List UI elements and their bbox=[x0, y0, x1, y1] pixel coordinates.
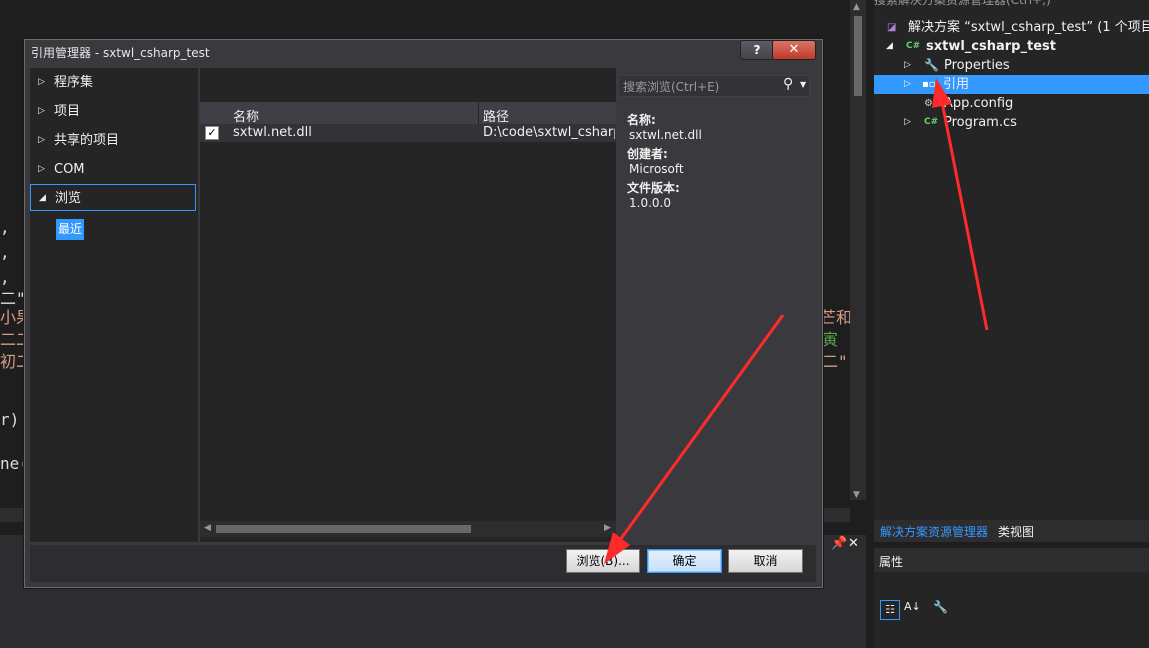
categorized-icon[interactable]: ☷ bbox=[880, 600, 900, 620]
code-text: 寅 bbox=[822, 330, 839, 349]
code-text: 芒和 bbox=[820, 308, 853, 327]
expand-arrow-icon[interactable]: ▷ bbox=[904, 75, 911, 94]
help-button[interactable]: ? bbox=[740, 40, 774, 60]
expand-arrow-icon[interactable]: ▷ bbox=[904, 56, 911, 75]
expand-arrow-icon: ▷ bbox=[38, 77, 45, 87]
ok-button[interactable]: 确定 bbox=[647, 549, 722, 573]
nav-item-recent[interactable]: 最近 bbox=[56, 219, 84, 240]
expand-arrow-icon[interactable]: ▷ bbox=[904, 113, 911, 132]
collapse-arrow-icon: ◢ bbox=[39, 193, 46, 203]
tree-item-references[interactable]: ▷ ▪▫ 引用 bbox=[874, 75, 1149, 94]
search-placeholder: 搜索浏览(Ctrl+E) bbox=[623, 80, 720, 94]
scroll-thumb[interactable] bbox=[216, 525, 471, 533]
detail-creator-value: Microsoft bbox=[629, 162, 684, 176]
nav-item-shared-projects[interactable]: ▷ 共享的项目 bbox=[30, 127, 196, 154]
tab-solution-explorer[interactable]: 解决方案资源管理器 bbox=[880, 523, 988, 540]
tree-item-properties[interactable]: ▷ 🔧 Properties bbox=[874, 56, 1149, 75]
detail-creator-label: 创建者: bbox=[627, 147, 668, 161]
detail-name-value: sxtwl.net.dll bbox=[629, 128, 702, 142]
row-path: D:\code\sxtwl_csharp_test bbox=[483, 125, 615, 140]
scroll-down-icon[interactable]: ▼ bbox=[853, 490, 860, 500]
detail-version-value: 1.0.0.0 bbox=[629, 196, 671, 210]
wrench-icon: 🔧 bbox=[924, 58, 939, 72]
column-path[interactable]: 路径 bbox=[483, 106, 509, 125]
scroll-up-icon[interactable]: ▲ bbox=[853, 2, 860, 12]
scroll-right-icon[interactable]: ▶ bbox=[604, 523, 611, 533]
solution-panel-tabs: 解决方案资源管理器 类视图 bbox=[874, 520, 1149, 542]
list-header: 名称 路径 bbox=[200, 102, 616, 125]
close-button[interactable]: ✕ bbox=[772, 40, 816, 60]
properties-title: 属性 bbox=[879, 555, 904, 569]
code-text: , bbox=[0, 218, 10, 237]
code-text: r) bbox=[0, 410, 20, 429]
tree-item-app-config[interactable]: ⚙ App.config bbox=[874, 94, 1149, 113]
nav-item-assemblies[interactable]: ▷ 程序集 bbox=[30, 69, 196, 96]
properties-header: 属性 bbox=[874, 548, 1149, 572]
dialog-title: 引用管理器 - sxtwl_csharp_test bbox=[31, 46, 210, 60]
csharp-project-icon: C# bbox=[906, 41, 921, 51]
csharp-file-icon: C# bbox=[924, 117, 939, 127]
column-name[interactable]: 名称 bbox=[233, 106, 259, 125]
browse-button[interactable]: 浏览(B)... bbox=[566, 549, 640, 573]
expand-arrow-icon: ▷ bbox=[38, 106, 45, 116]
nav-item-browse[interactable]: ◢ 浏览 bbox=[30, 184, 196, 211]
collapse-arrow-icon[interactable]: ◢ bbox=[886, 37, 893, 56]
row-name: sxtwl.net.dll bbox=[233, 125, 312, 140]
code-text: , bbox=[0, 243, 10, 262]
editor-vertical-scrollbar[interactable]: ▲ ▼ bbox=[850, 0, 866, 500]
chevron-down-icon[interactable]: ▼ bbox=[800, 80, 806, 89]
property-pages-icon[interactable]: 🔧 bbox=[933, 600, 948, 614]
sort-alpha-icon[interactable]: A↓ bbox=[904, 600, 921, 613]
expand-arrow-icon: ▷ bbox=[38, 135, 45, 145]
code-text: 二" bbox=[822, 352, 848, 371]
references-icon: ▪▫ bbox=[922, 79, 936, 90]
list-horizontal-scrollbar[interactable]: ◀ ▶ bbox=[200, 521, 616, 537]
search-icon[interactable]: ⚲ bbox=[783, 76, 793, 92]
pin-icon[interactable]: 📌 bbox=[831, 536, 847, 551]
reference-checkbox[interactable]: ✓ bbox=[205, 126, 219, 140]
cancel-button[interactable]: 取消 bbox=[728, 549, 803, 573]
nav-item-projects[interactable]: ▷ 项目 bbox=[30, 98, 196, 125]
solution-icon: ◪ bbox=[887, 22, 897, 33]
detail-name-label: 名称: bbox=[627, 113, 656, 127]
tree-item-solution[interactable]: ◪ 解决方案 “sxtwl_csharp_test” (1 个项目) bbox=[874, 18, 1149, 37]
tree-item-program-cs[interactable]: ▷ C# Program.cs bbox=[874, 113, 1149, 132]
tree-item-project[interactable]: ◢ C# sxtwl_csharp_test bbox=[874, 37, 1149, 56]
detail-version-label: 文件版本: bbox=[627, 181, 680, 195]
close-icon[interactable]: ✕ bbox=[848, 536, 859, 551]
config-file-icon: ⚙ bbox=[924, 98, 933, 109]
scroll-thumb[interactable] bbox=[854, 16, 862, 96]
tab-class-view[interactable]: 类视图 bbox=[998, 523, 1034, 540]
solution-search-input[interactable]: 搜索解决方案资源管理器(Ctrl+;) bbox=[874, 0, 1149, 10]
nav-item-com[interactable]: ▷ COM bbox=[30, 156, 196, 183]
expand-arrow-icon: ▷ bbox=[38, 164, 45, 174]
column-divider[interactable] bbox=[478, 102, 479, 124]
scroll-left-icon[interactable]: ◀ bbox=[204, 523, 211, 533]
